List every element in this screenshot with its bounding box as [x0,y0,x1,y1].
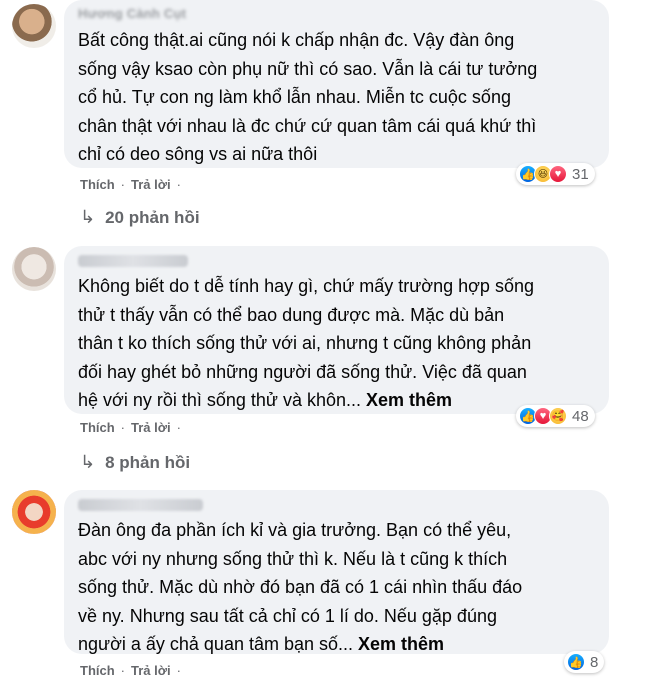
replies-count-label[interactable]: 8 phản hồi [105,453,190,473]
comment-text: Không biết do t dễ tính hay gì, chứ mấy … [78,272,595,415]
commenter-avatar[interactable] [12,247,56,291]
see-more-link[interactable]: Xem thêm [358,634,444,654]
comment-actions: Thích · Trả lời · [80,177,181,192]
like-button[interactable]: Thích [80,663,115,678]
comment-bubble: Không biết do t dễ tính hay gì, chứ mấy … [64,246,609,414]
comment-author[interactable]: Hương Cành Cụt [78,6,595,24]
reaction-summary[interactable]: 👍 ♥ 🥰 48 [516,405,595,427]
separator-dot: · [176,663,181,678]
love-icon: ♥ [549,165,567,183]
reply-button[interactable]: Trả lời [131,177,171,192]
comment-bubble: Hương Cành Cụt Bất công thật.ai cũng nói… [64,0,609,168]
care-icon: 🥰 [549,407,567,425]
commenter-avatar[interactable] [12,490,56,534]
separator-dot: · [120,177,126,192]
comment-text: Bất công thật.ai cũng nói k chấp nhận đc… [78,30,538,164]
like-button[interactable]: Thích [80,177,115,192]
comment-text: Đàn ông đa phần ích kỉ và gia trưởng. Bạ… [78,516,595,659]
reaction-count: 8 [590,653,599,671]
like-button[interactable]: Thích [80,420,115,435]
view-replies-link[interactable]: ↳ 8 phản hồi [80,452,190,473]
separator-dot: · [120,420,126,435]
author-name[interactable]: Hương Cành Cụt [78,6,186,21]
reaction-summary[interactable]: 👍 8 [564,651,605,673]
replies-count-label[interactable]: 20 phản hồi [105,208,199,228]
reply-button[interactable]: Trả lời [131,420,171,435]
reaction-count: 31 [572,165,589,183]
comment-actions: Thích · Trả lời · [80,663,181,678]
reaction-count: 48 [572,407,589,425]
reply-button[interactable]: Trả lời [131,663,171,678]
reaction-summary[interactable]: 👍 😆 ♥ 31 [516,163,595,185]
see-more-link[interactable]: Xem thêm [366,390,452,410]
reply-arrow-icon: ↳ [80,452,96,472]
author-name-blurred[interactable] [78,498,203,511]
comment-author[interactable] [78,496,595,514]
comment-author[interactable] [78,252,595,270]
comment-body: Đàn ông đa phần ích kỉ và gia trưởng. Bạ… [78,520,523,654]
view-replies-link[interactable]: ↳ 20 phản hồi [80,207,200,228]
comment-actions: Thích · Trả lời · [80,420,181,435]
separator-dot: · [176,420,181,435]
reply-arrow-icon: ↳ [80,207,96,227]
separator-dot: · [176,177,181,192]
author-name-blurred[interactable] [78,254,188,267]
separator-dot: · [120,663,126,678]
comment-body: Không biết do t dễ tính hay gì, chứ mấy … [78,276,534,410]
comment-bubble: Đàn ông đa phần ích kỉ và gia trưởng. Bạ… [64,490,609,654]
like-icon: 👍 [567,653,585,671]
commenter-avatar[interactable] [12,4,56,48]
